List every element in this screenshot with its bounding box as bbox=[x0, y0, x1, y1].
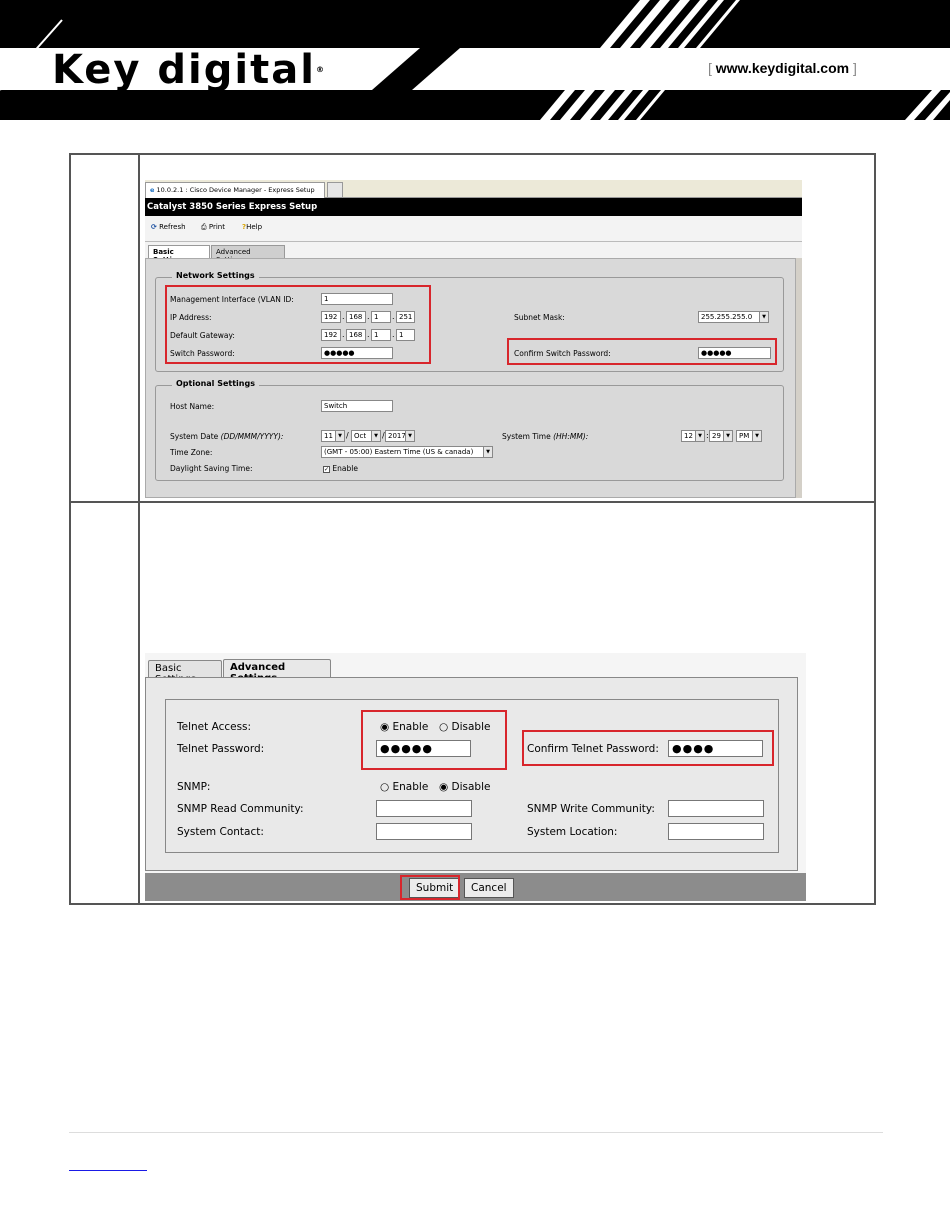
tab-advanced-settings[interactable]: Advanced Settings bbox=[211, 245, 285, 264]
settings-tabs: Basic Settings Advanced Settings bbox=[145, 242, 802, 264]
footer-link-underline[interactable] bbox=[69, 1170, 147, 1171]
website-label: [ www.keydigital.com ] bbox=[708, 60, 857, 76]
highlight-telnet-fields bbox=[361, 710, 507, 770]
dst-enable-checkbox[interactable]: ✓ Enable bbox=[323, 464, 358, 473]
browser-tab[interactable]: e 10.0.2.1 : Cisco Device Manager - Expr… bbox=[145, 182, 325, 198]
snmp-enable-radio[interactable]: ○ Enable bbox=[380, 781, 428, 793]
footer-rule bbox=[69, 1132, 883, 1133]
radio-unselected-icon: ○ bbox=[380, 781, 390, 793]
host-name-label: Host Name: bbox=[170, 402, 215, 411]
dropdown-arrow-icon: ▼ bbox=[335, 431, 344, 441]
logo-text: Key digital bbox=[52, 47, 316, 93]
minute-select[interactable]: 29 ▼ bbox=[709, 430, 733, 442]
dropdown-arrow-icon: ▼ bbox=[752, 431, 761, 441]
highlight-submit bbox=[400, 875, 460, 900]
print-button[interactable]: ⎙ Print bbox=[201, 223, 225, 232]
app-title: Catalyst 3850 Series Express Setup bbox=[145, 198, 802, 216]
dropdown-arrow-icon: ▼ bbox=[759, 312, 768, 322]
dropdown-arrow-icon: ▼ bbox=[483, 447, 492, 457]
time-zone-label: Time Zone: bbox=[170, 448, 213, 457]
year-select[interactable]: 2017 ▼ bbox=[385, 430, 415, 442]
refresh-button[interactable]: ⟳ Refresh bbox=[151, 223, 186, 231]
table-row-divider bbox=[71, 501, 874, 503]
month-select[interactable]: Oct ▼ bbox=[351, 430, 381, 442]
telnet-password-label: Telnet Password: bbox=[177, 743, 265, 755]
telnet-access-label: Telnet Access: bbox=[177, 721, 252, 733]
checkbox-checked-icon: ✓ bbox=[323, 466, 330, 473]
print-icon: ⎙ bbox=[201, 223, 207, 231]
website-url[interactable]: www.keydigital.com bbox=[716, 60, 849, 76]
system-location-input[interactable] bbox=[668, 823, 764, 840]
cancel-button[interactable]: Cancel bbox=[464, 878, 514, 898]
system-contact-label: System Contact: bbox=[177, 826, 264, 838]
ampm-select[interactable]: PM ▼ bbox=[736, 430, 762, 442]
toolbar: ⟳ Refresh ⎙ Print ?Help bbox=[145, 216, 802, 242]
snmp-label: SNMP: bbox=[177, 781, 211, 793]
optional-settings-legend: Optional Settings bbox=[172, 379, 259, 388]
daylight-saving-label: Daylight Saving Time: bbox=[170, 464, 253, 473]
help-button[interactable]: ?Help bbox=[242, 223, 262, 231]
system-contact-input[interactable] bbox=[376, 823, 472, 840]
subnet-mask-label: Subnet Mask: bbox=[514, 313, 565, 322]
highlight-network-fields bbox=[165, 285, 431, 364]
new-tab-button[interactable] bbox=[327, 182, 343, 198]
subnet-mask-select[interactable]: 255.255.255.0 ▼ bbox=[698, 311, 769, 323]
advanced-settings-screenshot: Basic Settings Advanced Settings Telnet … bbox=[145, 653, 806, 901]
dropdown-arrow-icon: ▼ bbox=[695, 431, 704, 441]
network-settings-legend: Network Settings bbox=[172, 271, 259, 280]
highlight-confirm-password bbox=[507, 338, 777, 365]
day-select[interactable]: 11 ▼ bbox=[321, 430, 345, 442]
snmp-disable-radio[interactable]: ◉ Disable bbox=[439, 781, 490, 793]
snmp-write-community-input[interactable] bbox=[668, 800, 764, 817]
dropdown-arrow-icon: ▼ bbox=[723, 431, 732, 441]
dropdown-arrow-icon: ▼ bbox=[405, 431, 414, 441]
time-zone-select[interactable]: (GMT - 05:00) Eastern Time (US & canada)… bbox=[321, 446, 493, 458]
key-digital-logo: Key digital® bbox=[52, 50, 326, 90]
host-name-input[interactable]: Switch bbox=[321, 400, 393, 412]
system-date-label: System Date (DD/MMM/YYYY): bbox=[170, 432, 284, 441]
header-banner: Key digital® [ www.keydigital.com ] bbox=[0, 0, 950, 120]
ie-icon: e bbox=[150, 186, 155, 194]
registered-mark: ® bbox=[315, 65, 326, 74]
tab-basic-settings[interactable]: Basic Settings bbox=[148, 660, 222, 685]
radio-selected-icon: ◉ bbox=[439, 781, 449, 793]
snmp-write-community-label: SNMP Write Community: bbox=[527, 803, 655, 815]
refresh-icon: ⟳ bbox=[151, 223, 157, 231]
highlight-confirm-telnet bbox=[522, 730, 774, 766]
system-time-label: System Time (HH:MM): bbox=[502, 432, 589, 441]
snmp-read-community-input[interactable] bbox=[376, 800, 472, 817]
tab-advanced-settings[interactable]: Advanced Settings bbox=[223, 659, 331, 684]
system-location-label: System Location: bbox=[527, 826, 618, 838]
basic-settings-screenshot: e 10.0.2.1 : Cisco Device Manager - Expr… bbox=[145, 180, 802, 498]
dropdown-arrow-icon: ▼ bbox=[371, 431, 380, 441]
snmp-read-community-label: SNMP Read Community: bbox=[177, 803, 304, 815]
browser-tab-bar: e 10.0.2.1 : Cisco Device Manager - Expr… bbox=[145, 180, 802, 198]
hour-select[interactable]: 12 ▼ bbox=[681, 430, 705, 442]
tab-basic-settings[interactable]: Basic Settings bbox=[148, 245, 210, 264]
table-column-divider bbox=[138, 155, 140, 903]
